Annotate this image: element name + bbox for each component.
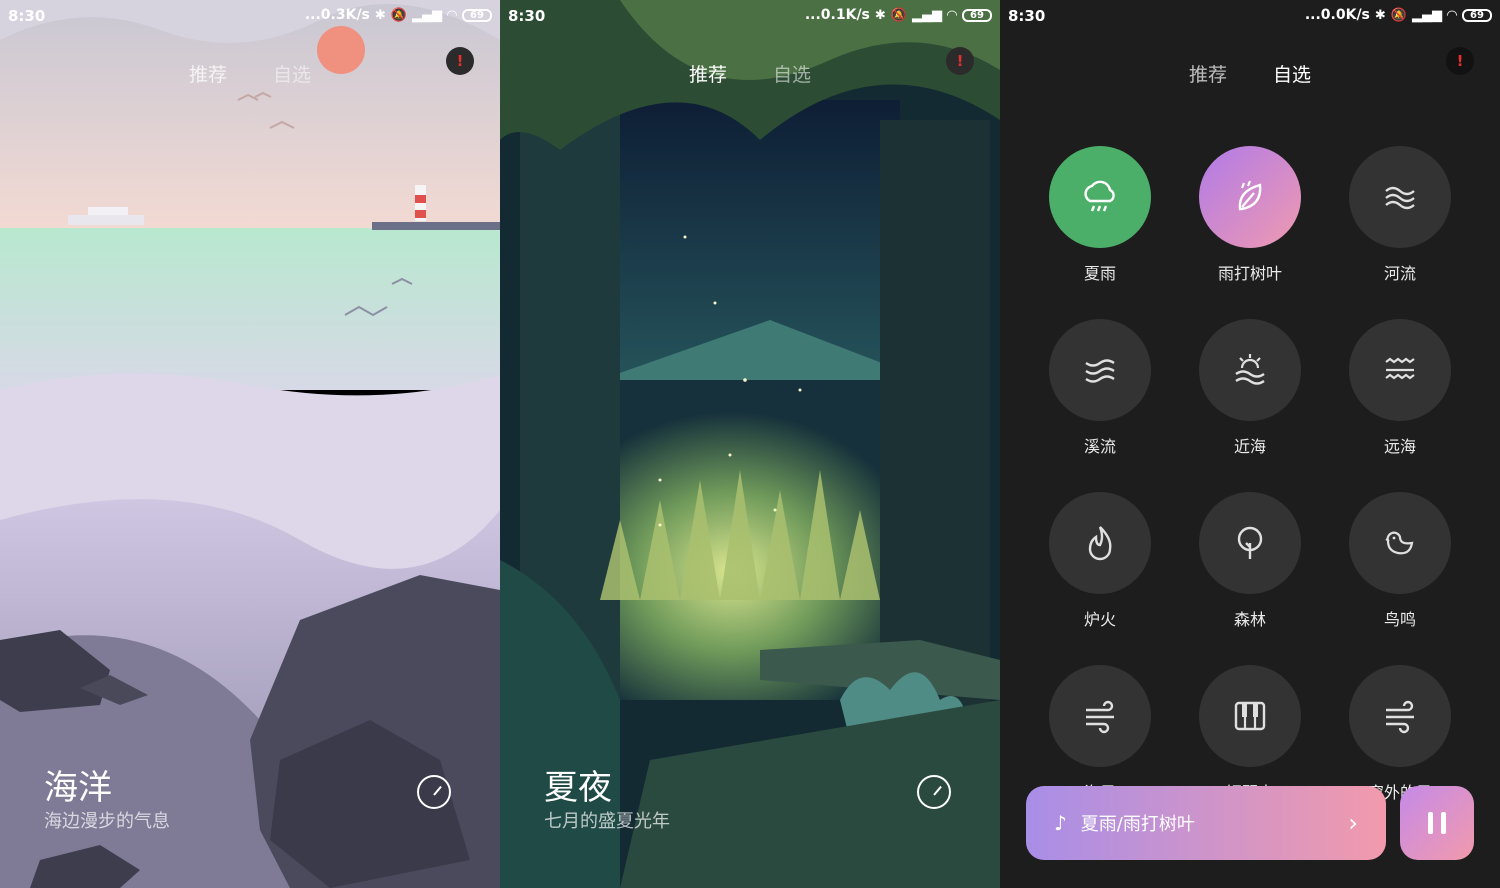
bluetooth-icon: ✱	[1374, 7, 1386, 23]
signal-icon: ▂▄▆	[1412, 7, 1442, 23]
bird-icon	[1385, 531, 1414, 555]
sound-item[interactable]: 远海	[1325, 319, 1475, 457]
status-time: 8:30	[508, 7, 546, 25]
now-playing-bar[interactable]: ♪ 夏雨/雨打树叶 ›	[1026, 786, 1386, 860]
sound-label: 溪流	[1083, 437, 1116, 456]
screen-ocean: 8:30 ...0.3K/s ✱ 🔕 ▂▄▆ ◠ 69 推荐 自选 ! 海洋 海…	[0, 0, 500, 888]
sound-item[interactable]: 森林	[1175, 492, 1325, 630]
signal-icon: ▂▄▆	[412, 7, 442, 23]
tree-icon	[1237, 526, 1263, 559]
scene-subtitle: 海边漫步的气息	[44, 811, 170, 832]
pause-icon-bar	[1441, 812, 1446, 834]
sound-item[interactable]: 炉火	[1025, 492, 1175, 630]
timer-icon[interactable]	[917, 775, 951, 809]
sound-label: 炉火	[1083, 610, 1116, 629]
battery-icon: 69	[962, 8, 992, 22]
sound-item[interactable]: 鸟鸣	[1325, 492, 1475, 630]
top-tabs: 推荐 自选	[0, 60, 500, 87]
chevron-right-icon[interactable]: ›	[1348, 809, 1358, 837]
sound-item[interactable]: 海风	[1025, 665, 1175, 803]
scene-title: 夏夜	[544, 768, 612, 808]
sound-item[interactable]: 钢琴声	[1175, 665, 1325, 803]
sound-item[interactable]: 窗外的风	[1325, 665, 1475, 803]
app-screens: 8:30 ...0.3K/s ✱ 🔕 ▂▄▆ ◠ 69 推荐 自选 ! 海洋 海…	[0, 0, 1500, 888]
rain-leaf-icon	[1238, 180, 1262, 211]
timer-icon[interactable]	[417, 775, 451, 809]
network-speed: ...0.1K/s	[804, 7, 870, 23]
tab-custom[interactable]: 自选	[273, 60, 311, 87]
wifi-icon: ◠	[447, 7, 457, 23]
sound-label: 远海	[1383, 437, 1416, 456]
tab-recommend[interactable]: 推荐	[189, 60, 227, 87]
sound-item[interactable]: 溪流	[1025, 319, 1175, 457]
river-icon	[1385, 186, 1415, 210]
status-bar: 8:30 ...0.3K/s ✱ 🔕 ▂▄▆ ◠ 69	[0, 0, 500, 32]
now-playing-title: 夏雨/雨打树叶	[1080, 814, 1195, 835]
mute-bell-icon: 🔕	[1390, 7, 1407, 23]
fire-icon	[1088, 526, 1112, 561]
pause-button[interactable]	[1400, 786, 1474, 860]
wind-window-icon	[1386, 700, 1414, 734]
ocean-illustration	[0, 0, 500, 888]
status-bar: 8:30 ...0.0K/s ✱ 🔕 ▂▄▆ ◠ 69	[1000, 0, 1500, 32]
pause-icon-bar	[1428, 812, 1433, 834]
wind-icon	[1086, 700, 1114, 734]
sound-item[interactable]: 近海	[1175, 319, 1325, 457]
alert-icon[interactable]: !	[1446, 47, 1474, 75]
screen-custom: 8:30 ...0.0K/s ✱ 🔕 ▂▄▆ ◠ 69 推荐 自选 ! 夏雨 雨…	[1000, 0, 1500, 888]
sound-label: 河流	[1383, 264, 1416, 283]
mute-bell-icon: 🔕	[890, 7, 907, 23]
status-time: 8:30	[1008, 7, 1046, 25]
sound-label: 森林	[1233, 610, 1266, 629]
rain-cloud-icon	[1084, 180, 1115, 212]
signal-icon: ▂▄▆	[912, 7, 942, 23]
wifi-icon: ◠	[947, 7, 957, 23]
status-bar: 8:30 ...0.1K/s ✱ 🔕 ▂▄▆ ◠ 69	[500, 0, 1000, 32]
far-sea-icon	[1385, 357, 1415, 380]
battery-icon: 69	[462, 8, 492, 22]
tab-custom[interactable]: 自选	[773, 60, 811, 87]
stream-icon	[1085, 359, 1115, 383]
sound-item[interactable]: 河流	[1325, 146, 1475, 284]
alert-icon[interactable]: !	[446, 47, 474, 75]
music-note-icon: ♪	[1054, 811, 1067, 835]
bluetooth-icon: ✱	[374, 7, 386, 23]
wifi-icon: ◠	[1447, 7, 1457, 23]
top-tabs: 推荐 自选	[500, 60, 1000, 87]
tab-recommend[interactable]: 推荐	[1189, 60, 1227, 87]
scene-subtitle: 七月的盛夏光年	[544, 811, 670, 832]
sound-label: 鸟鸣	[1383, 610, 1416, 629]
network-speed: ...0.3K/s	[304, 7, 370, 23]
network-speed: ...0.0K/s	[1304, 7, 1370, 23]
status-time: 8:30	[8, 7, 46, 25]
top-tabs: 推荐 自选	[1000, 60, 1500, 87]
near-sea-icon	[1235, 354, 1265, 385]
sound-label: 夏雨	[1083, 264, 1116, 283]
screen-summer-night: 8:30 ...0.1K/s ✱ 🔕 ▂▄▆ ◠ 69 推荐 自选 ! 夏夜 七…	[500, 0, 1000, 888]
alert-icon[interactable]: !	[946, 47, 974, 75]
tab-recommend[interactable]: 推荐	[689, 60, 727, 87]
scene-title: 海洋	[44, 768, 112, 808]
sound-label: 近海	[1233, 437, 1266, 456]
bluetooth-icon: ✱	[874, 7, 886, 23]
battery-icon: 69	[1462, 8, 1492, 22]
mute-bell-icon: 🔕	[390, 7, 407, 23]
sound-label: 雨打树叶	[1217, 264, 1282, 283]
piano-icon	[1234, 701, 1266, 731]
sound-item[interactable]: 夏雨	[1025, 146, 1175, 284]
sound-item[interactable]: 雨打树叶	[1175, 146, 1325, 284]
tab-custom[interactable]: 自选	[1273, 60, 1311, 87]
forest-illustration	[500, 0, 1000, 888]
